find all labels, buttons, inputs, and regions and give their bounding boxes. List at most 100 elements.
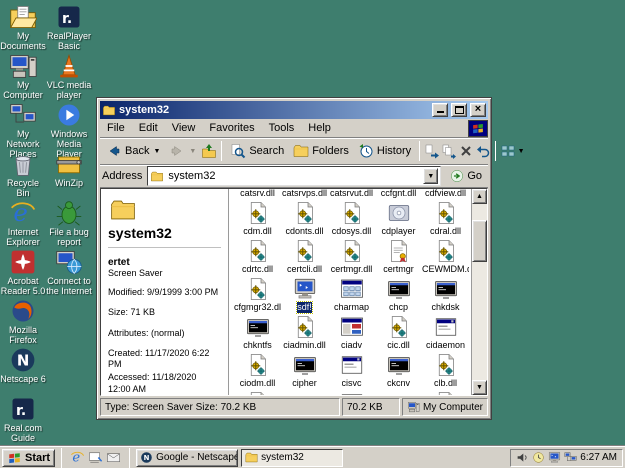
file-item-sdf[interactable]: sdf! bbox=[281, 276, 328, 314]
desktop-icon-my-documents[interactable]: My Documents bbox=[0, 3, 46, 52]
undo-button[interactable] bbox=[475, 140, 491, 163]
dll-file-icon bbox=[293, 201, 317, 225]
views-button[interactable]: ▼ bbox=[500, 140, 524, 163]
display-tray-icon[interactable] bbox=[548, 451, 561, 464]
file-item-cidaemon[interactable]: cidaemon bbox=[422, 314, 469, 352]
desktop-icon-netscape-6[interactable]: NNetscape 6 bbox=[0, 346, 46, 395]
delete-button[interactable] bbox=[458, 140, 474, 163]
menu-edit[interactable]: Edit bbox=[132, 120, 165, 136]
desktop-icon-mozilla-firefox[interactable]: Mozilla Firefox bbox=[0, 297, 46, 346]
file-item[interactable] bbox=[328, 390, 375, 395]
menu-help[interactable]: Help bbox=[301, 120, 338, 136]
up-button[interactable] bbox=[201, 140, 217, 163]
minimize-button[interactable] bbox=[432, 103, 448, 117]
close-button[interactable]: × bbox=[470, 103, 486, 117]
file-item-chkdsk[interactable]: chkdsk bbox=[422, 276, 469, 314]
desktop-icon-my-network-places[interactable]: My Network Places bbox=[0, 101, 46, 150]
address-input[interactable]: system32 ▼ bbox=[147, 166, 441, 186]
menu-view[interactable]: View bbox=[165, 120, 203, 136]
file-item-cdrtc-dll[interactable]: cdrtc.dll bbox=[234, 238, 281, 276]
desktop-icon-internet-explorer[interactable]: eInternet Explorer bbox=[0, 199, 46, 248]
desktop-icon-winzip[interactable]: WinZip bbox=[46, 150, 92, 199]
scroll-down-icon[interactable]: ▼ bbox=[472, 380, 487, 395]
desktop-icon-file-a-bug-report[interactable]: File a bug report bbox=[46, 199, 92, 248]
task-buttons: NGoogle - Netscape 6system32 bbox=[136, 449, 343, 467]
vertical-scrollbar[interactable]: ▲ ▼ bbox=[471, 189, 487, 395]
window-folder-icon bbox=[102, 104, 116, 117]
file-item-ciodm-dll[interactable]: ciodm.dll bbox=[234, 352, 281, 390]
scrollbar-track[interactable] bbox=[472, 204, 487, 380]
file-item-ckcnv[interactable]: ckcnv bbox=[375, 352, 422, 390]
file-item-cdfview-dll[interactable]: cdfview.dll bbox=[422, 189, 469, 200]
file-item-cisvc[interactable]: cisvc bbox=[328, 352, 375, 390]
go-button[interactable]: Go bbox=[446, 166, 486, 186]
scheduler-tray-icon[interactable] bbox=[532, 451, 545, 464]
back-dropdown-icon[interactable]: ▼ bbox=[153, 148, 160, 155]
menu-tools[interactable]: Tools bbox=[262, 120, 302, 136]
file-label: cdfview.dll bbox=[425, 189, 466, 199]
file-item-ciadmin-dll[interactable]: ciadmin.dll bbox=[281, 314, 328, 352]
file-item-catsrvps-dll[interactable]: catsrvps.dll bbox=[281, 189, 328, 200]
file-item-catsrv-dll[interactable]: catsrv.dll bbox=[234, 189, 281, 200]
taskbar-task-system32[interactable]: system32 bbox=[241, 449, 343, 467]
file-item-certmgr[interactable]: certmgr bbox=[375, 238, 422, 276]
start-button[interactable]: Start bbox=[2, 449, 55, 467]
file-item-cdplayer[interactable]: cdplayer bbox=[375, 200, 422, 238]
title-bar[interactable]: system32 × bbox=[100, 101, 488, 119]
menu-file[interactable]: File bbox=[100, 120, 132, 136]
move-to-button[interactable] bbox=[424, 140, 440, 163]
copy-to-button[interactable] bbox=[441, 140, 457, 163]
maximize-button[interactable] bbox=[451, 103, 467, 117]
file-item[interactable] bbox=[375, 390, 422, 395]
file-item-cfgmgr32-dll[interactable]: cfgmgr32.dll bbox=[234, 276, 281, 314]
file-item-catsrvut-dll[interactable]: catsrvut.dll bbox=[328, 189, 375, 200]
move-to-icon bbox=[424, 143, 440, 159]
file-item-ccfgnt-dll[interactable]: ccfgnt.dll bbox=[375, 189, 422, 200]
file-item-ciadv[interactable]: ciadv bbox=[328, 314, 375, 352]
file-item-charmap[interactable]: charmap bbox=[328, 276, 375, 314]
file-item[interactable] bbox=[422, 390, 469, 395]
volume-tray-icon[interactable] bbox=[516, 451, 529, 464]
scroll-up-icon[interactable]: ▲ bbox=[472, 189, 487, 204]
network-tray-icon[interactable] bbox=[564, 451, 577, 464]
desktop-icon-recycle-bin[interactable]: Recycle Bin bbox=[0, 150, 46, 199]
file-item-cdonts-dll[interactable]: cdonts.dll bbox=[281, 200, 328, 238]
address-dropdown-button[interactable]: ▼ bbox=[423, 168, 438, 184]
menu-favorites[interactable]: Favorites bbox=[202, 120, 261, 136]
forward-dropdown-icon[interactable]: ▼ bbox=[189, 148, 196, 155]
file-item-chkntfs[interactable]: chkntfs bbox=[234, 314, 281, 352]
file-item-cipher[interactable]: cipher bbox=[281, 352, 328, 390]
folders-button[interactable]: Folders bbox=[289, 140, 353, 163]
desktop-icon-connect-to-the-internet[interactable]: Connect to the Internet bbox=[46, 248, 92, 297]
desktop-icon-my-computer[interactable]: My Computer bbox=[0, 52, 46, 101]
file-item[interactable] bbox=[281, 390, 328, 395]
file-item-certcli-dll[interactable]: certcli.dll bbox=[281, 238, 328, 276]
file-item-cdm-dll[interactable]: cdm.dll bbox=[234, 200, 281, 238]
desktop-icon-acrobat-reader-5-0[interactable]: Acrobat Reader 5.0 bbox=[0, 248, 46, 297]
charmap-file-icon bbox=[340, 277, 364, 301]
dll-file-icon bbox=[246, 353, 270, 377]
desktop-icon-realplayer-basic[interactable]: r.RealPlayer Basic bbox=[46, 3, 92, 52]
file-item-cdosys-dll[interactable]: cdosys.dll bbox=[328, 200, 375, 238]
quick-launch-show-desktop-icon[interactable] bbox=[88, 450, 103, 465]
desktop-icon-windows-media-player[interactable]: Windows Media Player bbox=[46, 101, 92, 150]
desktop-icon-vlc-media-player[interactable]: VLC media player bbox=[46, 52, 92, 101]
windows-logo-throbber-icon bbox=[468, 120, 488, 137]
scrollbar-thumb[interactable] bbox=[472, 220, 487, 262]
quick-launch-mail-icon[interactable] bbox=[106, 450, 121, 465]
quick-launch-internet-explorer-icon[interactable]: e bbox=[70, 450, 85, 465]
file-item-clb-dll[interactable]: clb.dll bbox=[422, 352, 469, 390]
desktop-icon-real-com-guide[interactable]: r.Real.com Guide bbox=[0, 395, 46, 444]
file-item-cewmdm-dll[interactable]: CEWMDM.dll bbox=[422, 238, 469, 276]
file-item-chcp[interactable]: chcp bbox=[375, 276, 422, 314]
file-item-cdral-dll[interactable]: cdral.dll bbox=[422, 200, 469, 238]
taskbar-task-google-netscape-6[interactable]: NGoogle - Netscape 6 bbox=[136, 449, 238, 467]
file-item-cic-dll[interactable]: cic.dll bbox=[375, 314, 422, 352]
file-item[interactable] bbox=[234, 390, 281, 395]
file-item-certmgr-dll[interactable]: certmgr.dll bbox=[328, 238, 375, 276]
history-button[interactable]: History bbox=[354, 140, 415, 163]
desktop-icon-label: Recycle Bin bbox=[0, 178, 46, 198]
search-button[interactable]: Search bbox=[226, 140, 288, 163]
forward-button[interactable]: ▼ bbox=[165, 140, 200, 163]
back-button[interactable]: Back ▼ bbox=[102, 140, 164, 163]
